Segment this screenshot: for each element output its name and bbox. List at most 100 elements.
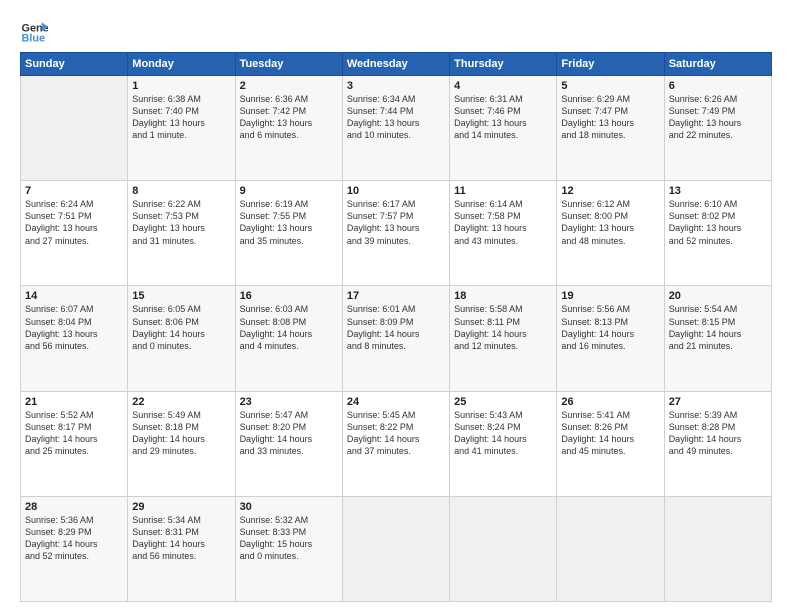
day-info: Sunrise: 5:47 AM Sunset: 8:20 PM Dayligh… — [240, 409, 338, 458]
calendar-cell: 2Sunrise: 6:36 AM Sunset: 7:42 PM Daylig… — [235, 76, 342, 181]
weekday-header-row: SundayMondayTuesdayWednesdayThursdayFrid… — [21, 53, 772, 76]
day-number: 1 — [132, 80, 230, 92]
header: General Blue — [20, 16, 772, 44]
day-info: Sunrise: 6:19 AM Sunset: 7:55 PM Dayligh… — [240, 198, 338, 247]
day-number: 27 — [669, 396, 767, 408]
calendar-cell: 4Sunrise: 6:31 AM Sunset: 7:46 PM Daylig… — [450, 76, 557, 181]
day-number: 13 — [669, 185, 767, 197]
day-info: Sunrise: 6:29 AM Sunset: 7:47 PM Dayligh… — [561, 93, 659, 142]
calendar-cell: 30Sunrise: 5:32 AM Sunset: 8:33 PM Dayli… — [235, 496, 342, 601]
day-info: Sunrise: 5:54 AM Sunset: 8:15 PM Dayligh… — [669, 303, 767, 352]
calendar-cell — [21, 76, 128, 181]
day-info: Sunrise: 5:34 AM Sunset: 8:31 PM Dayligh… — [132, 514, 230, 563]
calendar-cell: 12Sunrise: 6:12 AM Sunset: 8:00 PM Dayli… — [557, 181, 664, 286]
calendar-cell: 14Sunrise: 6:07 AM Sunset: 8:04 PM Dayli… — [21, 286, 128, 391]
weekday-header-friday: Friday — [557, 53, 664, 76]
day-info: Sunrise: 6:17 AM Sunset: 7:57 PM Dayligh… — [347, 198, 445, 247]
weekday-header-thursday: Thursday — [450, 53, 557, 76]
day-number: 7 — [25, 185, 123, 197]
calendar-cell: 10Sunrise: 6:17 AM Sunset: 7:57 PM Dayli… — [342, 181, 449, 286]
day-number: 16 — [240, 290, 338, 302]
day-info: Sunrise: 6:26 AM Sunset: 7:49 PM Dayligh… — [669, 93, 767, 142]
day-info: Sunrise: 6:36 AM Sunset: 7:42 PM Dayligh… — [240, 93, 338, 142]
calendar-cell: 5Sunrise: 6:29 AM Sunset: 7:47 PM Daylig… — [557, 76, 664, 181]
calendar-cell: 16Sunrise: 6:03 AM Sunset: 8:08 PM Dayli… — [235, 286, 342, 391]
calendar-cell: 28Sunrise: 5:36 AM Sunset: 8:29 PM Dayli… — [21, 496, 128, 601]
day-number: 23 — [240, 396, 338, 408]
calendar-cell — [557, 496, 664, 601]
day-number: 11 — [454, 185, 552, 197]
calendar-cell: 27Sunrise: 5:39 AM Sunset: 8:28 PM Dayli… — [664, 391, 771, 496]
day-number: 20 — [669, 290, 767, 302]
calendar-cell: 21Sunrise: 5:52 AM Sunset: 8:17 PM Dayli… — [21, 391, 128, 496]
day-info: Sunrise: 5:49 AM Sunset: 8:18 PM Dayligh… — [132, 409, 230, 458]
day-info: Sunrise: 6:12 AM Sunset: 8:00 PM Dayligh… — [561, 198, 659, 247]
day-number: 25 — [454, 396, 552, 408]
logo: General Blue — [20, 16, 48, 44]
weekday-header-tuesday: Tuesday — [235, 53, 342, 76]
weekday-header-saturday: Saturday — [664, 53, 771, 76]
svg-text:Blue: Blue — [22, 33, 46, 44]
day-number: 10 — [347, 185, 445, 197]
calendar-cell: 3Sunrise: 6:34 AM Sunset: 7:44 PM Daylig… — [342, 76, 449, 181]
day-number: 18 — [454, 290, 552, 302]
day-number: 3 — [347, 80, 445, 92]
calendar-cell — [342, 496, 449, 601]
day-info: Sunrise: 6:05 AM Sunset: 8:06 PM Dayligh… — [132, 303, 230, 352]
day-number: 30 — [240, 501, 338, 513]
day-info: Sunrise: 5:36 AM Sunset: 8:29 PM Dayligh… — [25, 514, 123, 563]
calendar-cell: 23Sunrise: 5:47 AM Sunset: 8:20 PM Dayli… — [235, 391, 342, 496]
day-info: Sunrise: 5:39 AM Sunset: 8:28 PM Dayligh… — [669, 409, 767, 458]
calendar-week-4: 21Sunrise: 5:52 AM Sunset: 8:17 PM Dayli… — [21, 391, 772, 496]
calendar-cell: 7Sunrise: 6:24 AM Sunset: 7:51 PM Daylig… — [21, 181, 128, 286]
day-info: Sunrise: 6:14 AM Sunset: 7:58 PM Dayligh… — [454, 198, 552, 247]
day-number: 21 — [25, 396, 123, 408]
calendar-week-1: 1Sunrise: 6:38 AM Sunset: 7:40 PM Daylig… — [21, 76, 772, 181]
weekday-header-sunday: Sunday — [21, 53, 128, 76]
calendar-cell: 24Sunrise: 5:45 AM Sunset: 8:22 PM Dayli… — [342, 391, 449, 496]
day-info: Sunrise: 5:43 AM Sunset: 8:24 PM Dayligh… — [454, 409, 552, 458]
calendar-cell: 20Sunrise: 5:54 AM Sunset: 8:15 PM Dayli… — [664, 286, 771, 391]
day-info: Sunrise: 6:01 AM Sunset: 8:09 PM Dayligh… — [347, 303, 445, 352]
day-number: 28 — [25, 501, 123, 513]
day-info: Sunrise: 6:31 AM Sunset: 7:46 PM Dayligh… — [454, 93, 552, 142]
day-info: Sunrise: 6:03 AM Sunset: 8:08 PM Dayligh… — [240, 303, 338, 352]
day-number: 15 — [132, 290, 230, 302]
day-info: Sunrise: 5:56 AM Sunset: 8:13 PM Dayligh… — [561, 303, 659, 352]
calendar-cell: 19Sunrise: 5:56 AM Sunset: 8:13 PM Dayli… — [557, 286, 664, 391]
calendar-cell — [450, 496, 557, 601]
day-info: Sunrise: 6:24 AM Sunset: 7:51 PM Dayligh… — [25, 198, 123, 247]
day-info: Sunrise: 6:34 AM Sunset: 7:44 PM Dayligh… — [347, 93, 445, 142]
day-info: Sunrise: 5:45 AM Sunset: 8:22 PM Dayligh… — [347, 409, 445, 458]
weekday-header-wednesday: Wednesday — [342, 53, 449, 76]
day-info: Sunrise: 5:52 AM Sunset: 8:17 PM Dayligh… — [25, 409, 123, 458]
day-info: Sunrise: 6:10 AM Sunset: 8:02 PM Dayligh… — [669, 198, 767, 247]
day-number: 24 — [347, 396, 445, 408]
day-info: Sunrise: 6:38 AM Sunset: 7:40 PM Dayligh… — [132, 93, 230, 142]
calendar-cell: 17Sunrise: 6:01 AM Sunset: 8:09 PM Dayli… — [342, 286, 449, 391]
calendar-week-2: 7Sunrise: 6:24 AM Sunset: 7:51 PM Daylig… — [21, 181, 772, 286]
calendar-cell: 26Sunrise: 5:41 AM Sunset: 8:26 PM Dayli… — [557, 391, 664, 496]
day-number: 8 — [132, 185, 230, 197]
day-number: 22 — [132, 396, 230, 408]
calendar-cell: 8Sunrise: 6:22 AM Sunset: 7:53 PM Daylig… — [128, 181, 235, 286]
calendar-cell: 25Sunrise: 5:43 AM Sunset: 8:24 PM Dayli… — [450, 391, 557, 496]
calendar-cell: 18Sunrise: 5:58 AM Sunset: 8:11 PM Dayli… — [450, 286, 557, 391]
page: General Blue SundayMondayTuesdayWednesda… — [0, 0, 792, 612]
calendar-week-5: 28Sunrise: 5:36 AM Sunset: 8:29 PM Dayli… — [21, 496, 772, 601]
day-number: 9 — [240, 185, 338, 197]
day-number: 2 — [240, 80, 338, 92]
day-info: Sunrise: 5:58 AM Sunset: 8:11 PM Dayligh… — [454, 303, 552, 352]
calendar-cell: 6Sunrise: 6:26 AM Sunset: 7:49 PM Daylig… — [664, 76, 771, 181]
calendar-table: SundayMondayTuesdayWednesdayThursdayFrid… — [20, 52, 772, 602]
day-number: 17 — [347, 290, 445, 302]
calendar-cell: 22Sunrise: 5:49 AM Sunset: 8:18 PM Dayli… — [128, 391, 235, 496]
day-number: 4 — [454, 80, 552, 92]
day-info: Sunrise: 5:32 AM Sunset: 8:33 PM Dayligh… — [240, 514, 338, 563]
day-number: 19 — [561, 290, 659, 302]
day-info: Sunrise: 6:22 AM Sunset: 7:53 PM Dayligh… — [132, 198, 230, 247]
calendar-cell: 15Sunrise: 6:05 AM Sunset: 8:06 PM Dayli… — [128, 286, 235, 391]
weekday-header-monday: Monday — [128, 53, 235, 76]
day-info: Sunrise: 5:41 AM Sunset: 8:26 PM Dayligh… — [561, 409, 659, 458]
day-number: 29 — [132, 501, 230, 513]
